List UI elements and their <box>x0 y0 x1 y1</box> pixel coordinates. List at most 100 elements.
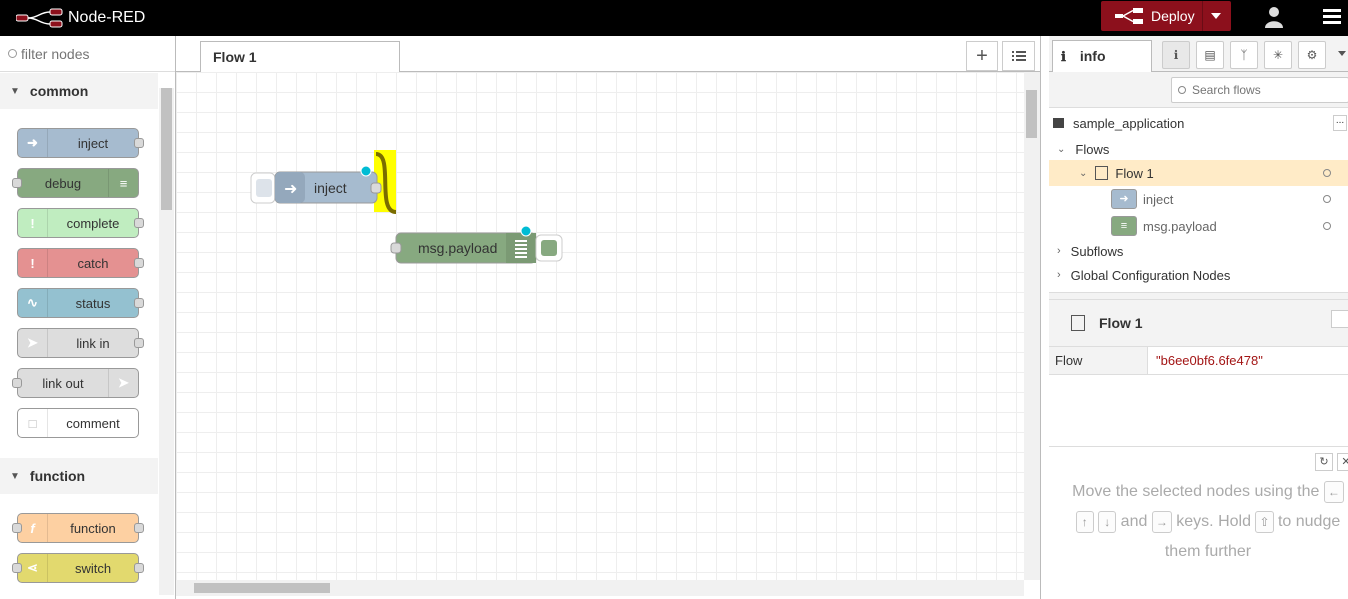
category-label: common <box>29 83 89 99</box>
link-in-icon: ➤ <box>18 329 48 357</box>
deploy-button[interactable]: Deploy <box>1101 1 1231 31</box>
palette-scrollbar[interactable] <box>159 88 174 595</box>
inject-icon: ➜ <box>18 129 48 157</box>
user-icon[interactable] <box>1264 6 1284 28</box>
flow-icon <box>1071 315 1085 331</box>
palette-node-function[interactable]: f function <box>12 513 144 543</box>
tab-flow-1[interactable]: Flow 1 <box>200 41 400 73</box>
chevron-down-icon[interactable] <box>1338 51 1346 56</box>
node-red-logo-icon <box>16 8 63 28</box>
palette-node-status[interactable]: ∿ status <box>17 288 144 318</box>
canvas-vertical-thumb[interactable] <box>1026 90 1037 138</box>
close-tip-icon[interactable]: ✕ <box>1337 453 1348 471</box>
tab-info[interactable]: ℹ info <box>1052 40 1152 73</box>
tree-flow-1[interactable]: ⌄ Flow 1 <box>1049 160 1348 186</box>
canvas-horizontal-scrollbar[interactable] <box>176 580 1024 596</box>
info-tab-button[interactable]: ℹ <box>1162 41 1190 69</box>
tree-node-debug[interactable]: ≡ msg.payload <box>1049 213 1348 239</box>
output-port <box>134 218 144 228</box>
palette-node-inject[interactable]: ➜ inject <box>17 128 144 158</box>
main-menu-icon[interactable] <box>1323 9 1341 25</box>
category-function-header[interactable]: ▼ function <box>0 458 158 494</box>
canvas-vertical-scrollbar[interactable] <box>1024 72 1040 580</box>
tree-node-inject[interactable]: ➜ inject <box>1049 186 1348 212</box>
tree-root-label: sample_application <box>1073 115 1185 131</box>
input-port[interactable] <box>390 242 402 254</box>
node-label: link out <box>42 375 84 391</box>
workspace-tabs: Flow 1 + <box>176 36 1040 73</box>
palette-node-catch[interactable]: ! catch <box>17 248 144 278</box>
category-common-header[interactable]: ▼ common <box>0 73 158 109</box>
flow-graph: ➜ inject msg.payload <box>250 150 563 264</box>
tree-subflows-label: Subflows <box>1070 243 1124 259</box>
switch-icon: ⋖ <box>18 554 48 582</box>
tree-subflows[interactable]: › Subflows <box>1049 238 1348 264</box>
help-tab-button[interactable]: ▤ <box>1196 41 1224 69</box>
node-label: comment <box>66 415 120 431</box>
search-icon <box>1178 86 1186 94</box>
search-flows-input[interactable] <box>1192 83 1332 97</box>
search-row <box>1049 72 1348 108</box>
key-shift: ⇧ <box>1255 510 1274 533</box>
info-icon: ℹ <box>1173 48 1179 62</box>
arrow-right-icon: ➜ <box>284 181 297 198</box>
debug-icon: ≡ <box>108 169 138 197</box>
output-port[interactable] <box>370 182 382 194</box>
tree-root[interactable]: sample_application ... <box>1049 110 1348 136</box>
tip-part-2: keys. Hold <box>1176 513 1251 530</box>
context-tab-button[interactable]: ᛉ <box>1230 41 1258 69</box>
config-tab-button[interactable]: ⚙ <box>1298 41 1326 69</box>
flow-canvas[interactable]: ➜ inject msg.payload <box>176 72 1024 580</box>
search-icon <box>8 49 17 58</box>
list-flows-button[interactable] <box>1002 41 1035 71</box>
deploy-dropdown-icon[interactable] <box>1211 13 1221 19</box>
node-label: catch <box>77 255 109 271</box>
palette-node-debug[interactable]: debug ≡ <box>12 168 139 198</box>
book-icon: ▤ <box>1204 48 1216 62</box>
palette-node-complete[interactable]: ! complete <box>17 208 144 238</box>
tree-flows[interactable]: ⌄ Flows <box>1049 136 1348 162</box>
gear-icon: ⚙ <box>1306 48 1318 62</box>
key-left: ← <box>1323 480 1344 503</box>
palette-node-link-out[interactable]: link out ➤ <box>12 368 139 398</box>
node-label: debug <box>44 175 82 191</box>
refresh-tip-icon[interactable]: ↻ <box>1315 453 1333 471</box>
sidebar-splitter[interactable] <box>1049 292 1348 300</box>
tip-and: and <box>1120 513 1148 530</box>
properties-title: Flow 1 <box>1099 315 1143 331</box>
search-icon[interactable] <box>1331 310 1348 328</box>
palette-search[interactable] <box>0 36 175 72</box>
link-out-icon: ➤ <box>108 369 138 397</box>
chevron-right-icon: › <box>1057 269 1061 281</box>
function-icon: f <box>18 514 48 542</box>
property-value: "b6ee0bf6.6fe478" <box>1156 353 1263 368</box>
deploy-divider <box>1202 1 1203 31</box>
palette-node-comment[interactable]: □ comment <box>17 408 139 438</box>
branch-icon: ᛉ <box>1240 48 1248 62</box>
debug-icon: ≡ <box>1111 216 1137 236</box>
right-sidebar: ℹ info ℹ ▤ ᛉ ✳ ⚙ sample_application ... … <box>1040 36 1348 599</box>
tab-info-label: info <box>1079 48 1106 64</box>
palette-filter-input[interactable] <box>21 45 161 62</box>
changed-indicator <box>520 225 532 237</box>
node-label: switch <box>74 560 112 576</box>
canvas-horizontal-thumb[interactable] <box>194 583 330 593</box>
category-label: function <box>29 468 86 484</box>
palette-node-switch[interactable]: ⋖ switch <box>12 553 144 583</box>
output-port <box>134 563 144 573</box>
more-icon[interactable]: ... <box>1333 115 1347 131</box>
palette-scroll-thumb[interactable] <box>161 88 172 210</box>
add-flow-button[interactable]: + <box>966 41 998 71</box>
info-icon: ℹ <box>1061 49 1066 64</box>
palette-node-link-in[interactable]: ➤ link in <box>17 328 144 358</box>
node-label: complete <box>66 215 120 231</box>
bug-icon: ✳ <box>1272 48 1284 62</box>
search-flows-box[interactable] <box>1171 77 1348 103</box>
inject-node[interactable]: ➜ inject <box>250 165 382 204</box>
header-bar: Node-RED Deploy <box>0 0 1348 36</box>
debug-node[interactable]: msg.payload <box>390 225 563 264</box>
tree-global-config[interactable]: › Global Configuration Nodes <box>1049 262 1348 288</box>
node-label: function <box>70 520 116 536</box>
debug-tab-button[interactable]: ✳ <box>1264 41 1292 69</box>
output-port <box>134 338 144 348</box>
